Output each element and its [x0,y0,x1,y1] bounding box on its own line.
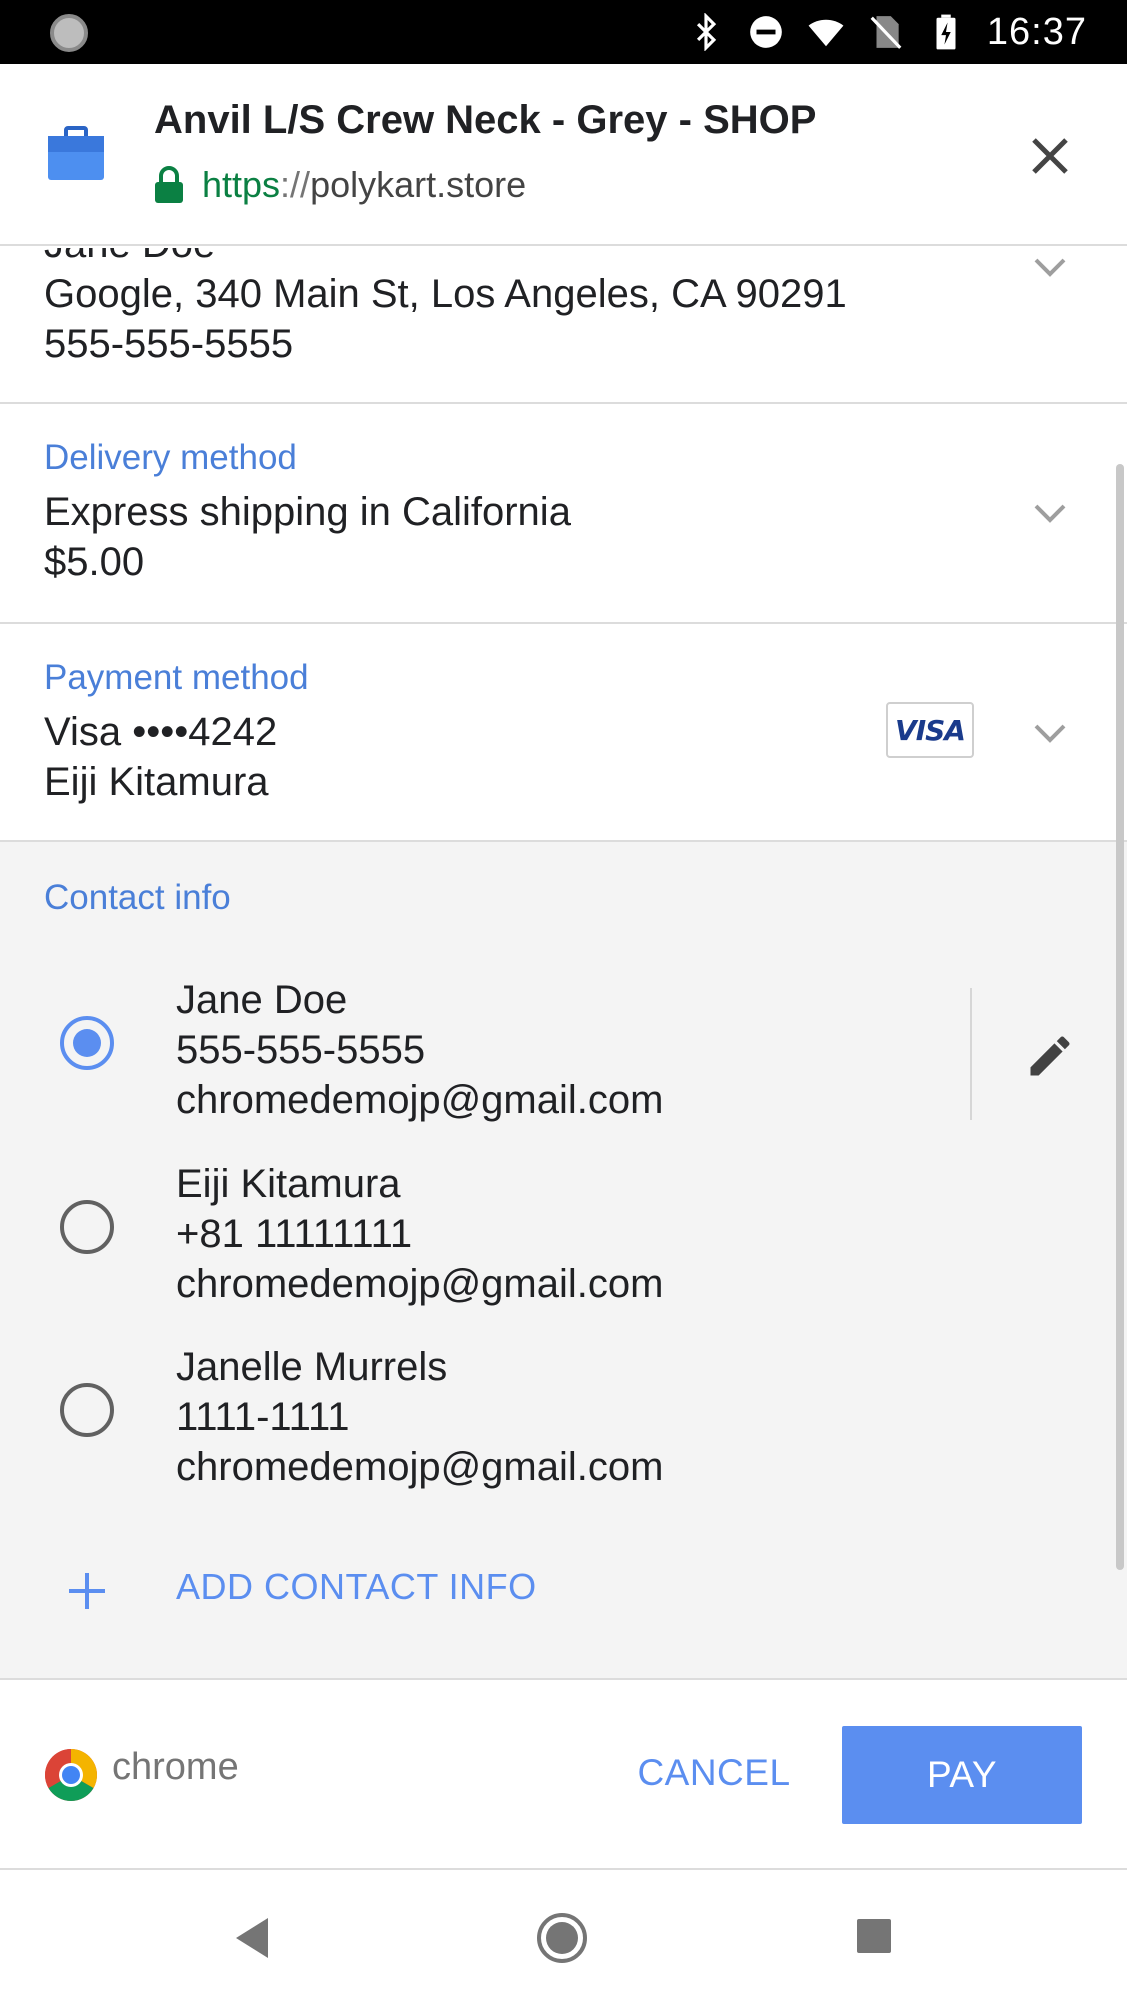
cancel-button[interactable]: CANCEL [620,1724,808,1822]
contact-phone: 555-555-5555 [176,1028,426,1072]
scrollbar[interactable] [1116,464,1124,1570]
chrome-brand-text: chrome [112,1746,239,1788]
system-navigation-bar [0,1872,1127,1999]
nav-home-icon[interactable] [536,1912,588,1964]
contact-email: chromedemojp@gmail.com [176,1445,664,1489]
payment-method-label: Payment method [44,658,309,697]
delivery-method-label: Delivery method [44,438,297,477]
chrome-logo-icon [45,1749,97,1801]
notification-icon [50,14,88,52]
close-icon[interactable] [1026,132,1074,180]
contact-info-section: Contact info Jane Doe 555-555-5555 chrom… [0,842,1127,1680]
contact-option-janelle-murrels[interactable]: Janelle Murrels 1111-1111 chromedemojp@g… [0,1345,1127,1515]
contact-name: Jane Doe [176,978,348,1022]
status-bar: 16:37 [0,0,1127,64]
no-sim-icon [870,16,902,49]
payment-sheet-footer: chrome CANCEL PAY [0,1680,1127,1870]
edit-divider [970,988,972,1120]
plus-icon [69,1573,105,1609]
contact-name: Eiji Kitamura [176,1162,401,1206]
edit-pencil-icon[interactable] [1024,1030,1076,1082]
payment-holder: Eiji Kitamura [44,760,269,804]
origin-url: https://polykart.store [154,164,526,206]
radio-unselected-icon[interactable] [60,1200,114,1254]
delivery-price: $5.00 [44,540,145,584]
do-not-disturb-icon [750,16,782,48]
payment-card: Visa ••••4242 [44,710,278,754]
delivery-method-section[interactable]: Delivery method Express shipping in Cali… [0,404,1127,624]
nav-back-icon[interactable] [232,1916,272,1960]
shipping-address-section[interactable]: Jane Doe Google, 340 Main St, Los Angele… [0,248,1127,404]
contact-phone: +81 11111111 [176,1212,413,1256]
bluetooth-icon [696,13,717,51]
contact-option-eiji-kitamura[interactable]: Eiji Kitamura +81 11111111 chromedemojp@… [0,1162,1127,1332]
contact-phone: 1111-1111 [176,1395,350,1439]
chevron-down-icon[interactable] [1030,254,1070,282]
contact-email: chromedemojp@gmail.com [176,1078,664,1122]
visa-card-icon: VISA [886,702,974,758]
battery-charging-icon [936,14,956,50]
url-separator: :// [280,164,311,205]
clock: 16:37 [986,10,1087,53]
contact-name: Janelle Murrels [176,1345,448,1389]
add-contact-label: ADD CONTACT INFO [176,1566,537,1607]
shipping-address: Google, 340 Main St, Los Angeles, CA 902… [44,272,847,316]
delivery-option: Express shipping in California [44,490,571,534]
wifi-icon [808,19,844,47]
chevron-down-icon[interactable] [1030,720,1070,748]
page-title: Anvil L/S Crew Neck - Grey - SHOP [154,98,817,142]
nav-recents-icon[interactable] [856,1918,892,1954]
contact-info-label: Contact info [44,878,231,917]
add-contact-button[interactable]: ADD CONTACT INFO [0,1540,1127,1636]
radio-selected-icon[interactable] [60,1016,114,1070]
shipping-name: Jane Doe [44,248,215,267]
radio-unselected-icon[interactable] [60,1383,114,1437]
pay-button[interactable]: PAY [842,1726,1082,1824]
shipping-phone: 555-555-5555 [44,322,294,366]
url-scheme: https [202,164,281,205]
contact-email: chromedemojp@gmail.com [176,1262,664,1306]
chevron-down-icon[interactable] [1030,500,1070,528]
url-host: polykart.store [310,164,527,205]
payment-sheet-header: Anvil L/S Crew Neck - Grey - SHOP https:… [0,64,1127,246]
shop-bag-icon [48,126,104,180]
contact-option-jane-doe[interactable]: Jane Doe 555-555-5555 chromedemojp@gmail… [0,978,1127,1148]
lock-icon [155,166,183,203]
